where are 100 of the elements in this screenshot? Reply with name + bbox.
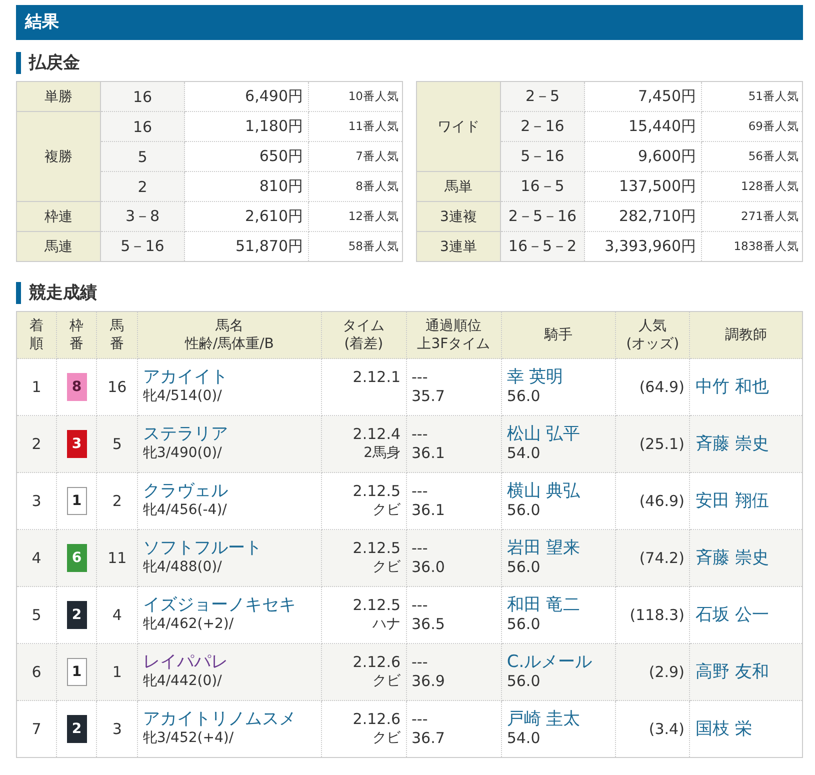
finish-time: 2.12.1 [352, 368, 401, 387]
frame-number-badge: 2 [66, 715, 87, 743]
margin-text: クビ [372, 501, 401, 520]
bet-type-cell: 単勝 [16, 82, 100, 112]
jockey-weight: 56.0 [506, 615, 542, 634]
horse-info: 牝4/514(0)/ [142, 387, 223, 406]
bet-type-cell: 3連複 [416, 202, 500, 232]
jockey-weight: 54.0 [506, 729, 542, 748]
payout-cell: 137,500円 [584, 172, 702, 202]
column-header: 人気 (オッズ) [615, 312, 690, 358]
finish-time: 2.12.5 [352, 482, 401, 501]
last-3f-time: 36.0 [412, 558, 446, 577]
frame-number-badge: 1 [66, 487, 87, 515]
horse-info: 牝3/452(+4)/ [142, 729, 235, 748]
combination-cell: 16 [100, 112, 184, 142]
jockey-link[interactable]: 戸崎 圭太 [506, 710, 610, 729]
margin-text: クビ [372, 729, 401, 748]
passing-order: --- [412, 482, 429, 501]
column-header: 馬名 性齢/馬体重/B [137, 312, 322, 358]
passing-order: --- [412, 653, 429, 672]
frame-number-badge: 3 [66, 430, 87, 458]
column-header: 着 順 [16, 312, 56, 358]
horse-name-link[interactable]: ステラリア [142, 425, 316, 444]
horse-name-link[interactable]: アカイイト [142, 368, 316, 387]
combination-cell: 5－16 [100, 232, 184, 262]
jockey-weight: 56.0 [506, 672, 542, 691]
jockey-link[interactable]: 幸 英明 [506, 368, 610, 387]
horse-name-link[interactable]: クラヴェル [142, 482, 316, 501]
finish-time: 2.12.5 [352, 539, 401, 558]
payout-cell: 2,610円 [184, 202, 308, 232]
combination-cell: 16－5 [500, 172, 584, 202]
frame-number-badge: 6 [66, 544, 87, 572]
column-header: 馬 番 [96, 312, 138, 358]
horse-info: 牝4/462(+2)/ [142, 615, 235, 634]
horse-name-link[interactable]: イズジョーノキセキ [142, 596, 316, 615]
bet-type-cell: 馬連 [16, 232, 100, 262]
bet-type-cell: 複勝 [16, 112, 100, 202]
margin-text: クビ [372, 672, 401, 691]
last-3f-time: 36.5 [412, 615, 446, 634]
jockey-link[interactable]: 横山 典弘 [506, 482, 610, 501]
payout-cell: 15,440円 [584, 112, 702, 142]
jockey-weight: 54.0 [506, 444, 542, 463]
jockey-link[interactable]: 岩田 望来 [506, 539, 610, 558]
bet-type-cell: 3連単 [416, 232, 500, 262]
horse-info: 牝3/490(0)/ [142, 444, 223, 463]
section-title: 競走成績 [16, 282, 803, 304]
payout-cell: 9,600円 [584, 142, 702, 172]
column-header: 枠 番 [56, 312, 97, 358]
last-3f-time: 36.1 [412, 444, 446, 463]
passing-order: --- [412, 710, 429, 729]
combination-cell: 2 [100, 172, 184, 202]
margin-text: ハナ [372, 615, 401, 634]
payout-cell: 1,180円 [184, 112, 308, 142]
horse-info: 牝4/442(0)/ [142, 672, 223, 691]
finish-time: 2.12.5 [352, 596, 401, 615]
passing-order: --- [412, 425, 429, 444]
last-3f-time: 36.9 [412, 672, 446, 691]
section-title: 払戻金 [16, 52, 803, 74]
bet-type-cell: 馬単 [416, 172, 500, 202]
combination-cell: 5 [100, 142, 184, 172]
combination-cell: 3－8 [100, 202, 184, 232]
horse-info: 牝4/456(-4)/ [142, 501, 228, 520]
margin-text: 2馬身 [362, 444, 401, 463]
combination-cell: 2－5－16 [500, 202, 584, 232]
trainer-link[interactable]: 国枝 栄 [695, 718, 752, 738]
column-header: 騎手 [501, 312, 616, 358]
column-header: 通過順位 上3Fタイム [406, 312, 502, 358]
jockey-link[interactable]: C.ルメール [506, 653, 610, 672]
margin-text: クビ [372, 558, 401, 577]
payout-cell: 282,710円 [584, 202, 702, 232]
jockey-weight: 56.0 [506, 387, 542, 406]
jockey-weight: 56.0 [506, 501, 542, 520]
section-header: 結果 [16, 5, 803, 40]
combination-cell: 2－5 [500, 82, 584, 112]
passing-order: --- [412, 539, 429, 558]
horse-info: 牝4/488(0)/ [142, 558, 223, 577]
passing-order: --- [412, 368, 429, 387]
jockey-link[interactable]: 松山 弘平 [506, 425, 610, 444]
frame-number-badge: 1 [66, 658, 87, 686]
jockey-link[interactable]: 和田 竜二 [506, 596, 610, 615]
column-header: 調教師 [690, 312, 802, 358]
passing-order: --- [412, 596, 429, 615]
payout-cell: 6,490円 [184, 82, 308, 112]
column-header: タイム (着差) [321, 312, 406, 358]
frame-number-badge: 8 [66, 373, 87, 401]
bet-type-cell: 枠連 [16, 202, 100, 232]
payout-cell: 7,450円 [584, 82, 702, 112]
horse-name-link[interactable]: アカイトリノムスメ [142, 710, 316, 729]
finish-time: 2.12.6 [352, 653, 401, 672]
last-3f-time: 36.7 [412, 729, 446, 748]
finish-time: 2.12.6 [352, 710, 401, 729]
finish-time: 2.12.4 [352, 425, 401, 444]
horse-name-link[interactable]: ソフトフルート [142, 539, 316, 558]
frame-number-badge: 2 [66, 601, 87, 629]
last-3f-time: 35.7 [412, 387, 446, 406]
combination-cell: 5－16 [500, 142, 584, 172]
combination-cell: 16 [100, 82, 184, 112]
combination-cell: 2－16 [500, 112, 584, 142]
horse-name-link[interactable]: レイパパレ [142, 653, 316, 672]
jockey-weight: 56.0 [506, 558, 542, 577]
